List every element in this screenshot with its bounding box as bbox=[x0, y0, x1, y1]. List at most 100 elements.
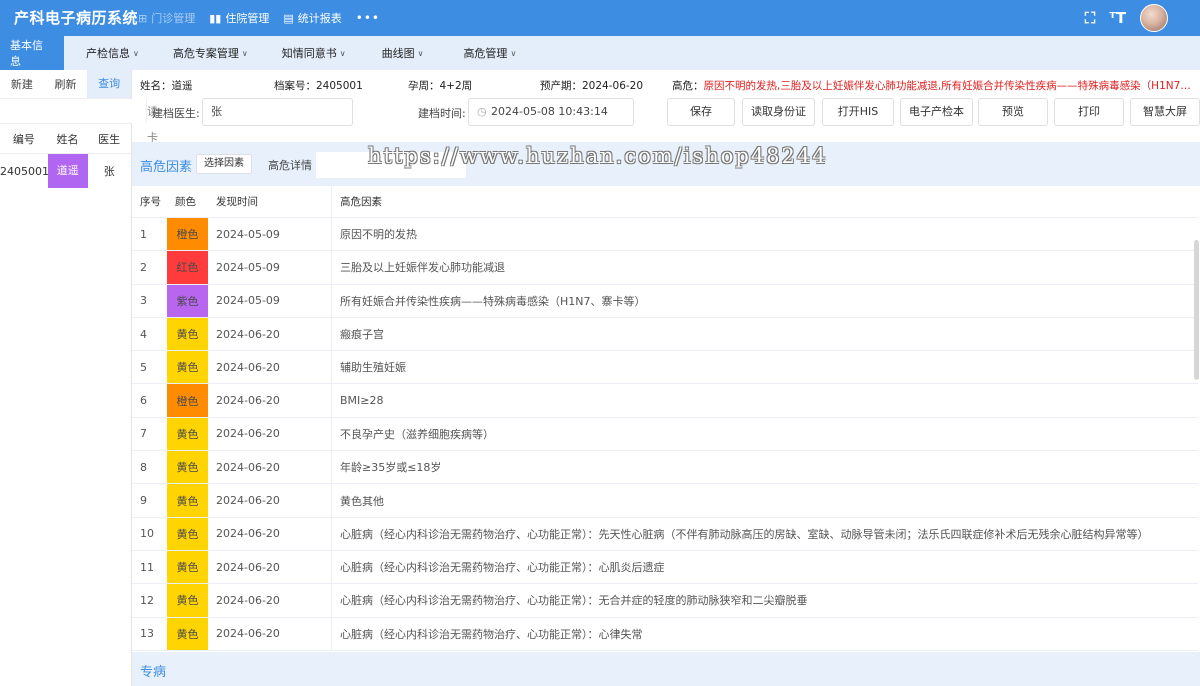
row-number: 11 bbox=[140, 560, 154, 574]
save-button[interactable]: 保存 bbox=[667, 98, 735, 126]
topnav-outpatient[interactable]: ⊞ 门诊管理 bbox=[138, 10, 195, 26]
table-scrollbar[interactable] bbox=[1194, 240, 1199, 380]
patient-list-row[interactable]: 2405001 道遥 张 bbox=[0, 154, 131, 188]
patient-list-actions: 新建 刷新 查询 bbox=[0, 70, 132, 98]
select-factor-button[interactable]: 选择因素 bbox=[196, 154, 252, 174]
table-row[interactable]: 10 黄色 2024-06-20 心脏病（经心内科诊治无需药物治疗、心功能正常）：先天… bbox=[132, 517, 1198, 551]
column-header-date: 发现时间 bbox=[208, 186, 332, 217]
patient-search-bar: 读卡 bbox=[0, 98, 158, 144]
time-value: 2024-05-08 10:43:14 bbox=[491, 105, 608, 118]
doctor-input[interactable]: 张 bbox=[202, 98, 353, 126]
risk-color-cell: 黄色 bbox=[167, 550, 208, 584]
found-date: 2024-05-09 bbox=[208, 251, 332, 284]
patient-search-input[interactable] bbox=[0, 99, 146, 123]
file-value: 2405001 bbox=[316, 80, 363, 92]
risk-color-cell: 黄色 bbox=[167, 451, 208, 484]
risk-factor-text: 不良孕产史（滋养细胞疾病等） bbox=[340, 427, 494, 441]
found-date: 2024-06-20 bbox=[208, 351, 332, 384]
tab-label: 曲线图 bbox=[381, 47, 415, 60]
print-button[interactable]: 打印 bbox=[1054, 98, 1124, 126]
found-date: 2024-06-20 bbox=[208, 550, 332, 584]
risk-color-cell: 黄色 bbox=[167, 417, 208, 451]
risk-color-badge: 黄色 bbox=[167, 517, 208, 550]
row-number: 9 bbox=[140, 494, 147, 508]
risk-color-badge: 黄色 bbox=[167, 317, 208, 351]
risk-label: 高危： bbox=[672, 80, 704, 92]
gest-value: 4+2周 bbox=[439, 80, 473, 92]
edd-value: 2024-06-20 bbox=[582, 80, 644, 92]
clock-icon: ◷ bbox=[477, 105, 487, 118]
found-date: 2024-06-20 bbox=[208, 617, 332, 650]
risk-color-badge: 橙色 bbox=[167, 384, 208, 417]
gestational-week-info: 孕周：4+2周 bbox=[408, 78, 472, 93]
found-date: 2024-06-20 bbox=[208, 384, 332, 417]
risk-detail-input[interactable] bbox=[316, 152, 466, 178]
patient-info-bar: 姓名：道遥 档案号：2405001 孕周：4+2周 预产期：2024-06-20… bbox=[132, 70, 1200, 98]
risk-color-badge: 黄色 bbox=[167, 584, 208, 617]
font-size-icon[interactable]: ᵀT bbox=[1109, 9, 1126, 27]
preview-button[interactable]: 预览 bbox=[978, 98, 1048, 126]
tab-prenatal-check[interactable]: 产检信息 ∨ bbox=[86, 36, 139, 70]
table-row[interactable]: 2 红色 2024-05-09 三胎及以上妊娠伴发心肺功能减退 bbox=[132, 251, 1198, 285]
sub-nav: 基本信息 产检信息 ∨ 高危专案管理 ∨ 知情同意书 ∨ 曲线图 ∨ 高危管理 ∨ bbox=[0, 36, 1200, 70]
found-date: 2024-06-20 bbox=[208, 451, 332, 484]
tab-label: 基本信息 bbox=[10, 39, 43, 68]
table-row[interactable]: 7 黄色 2024-06-20 不良孕产史（滋养细胞疾病等） bbox=[132, 417, 1198, 452]
row-number: 2 bbox=[140, 260, 147, 274]
found-date: 2024-06-20 bbox=[208, 317, 332, 351]
more-menu-icon[interactable]: ••• bbox=[356, 11, 380, 25]
table-row[interactable]: 13 黄色 2024-06-20 心脏病（经心内科诊治无需药物治疗、心功能正常）：心律… bbox=[132, 617, 1198, 651]
tab-curve-chart[interactable]: 曲线图 ∨ bbox=[382, 36, 424, 70]
found-date: 2024-06-20 bbox=[208, 417, 332, 451]
table-row[interactable]: 3 紫色 2024-05-09 所有妊娠合并传染性疾病——特殊病毒感染（H1N7、寨卡… bbox=[132, 284, 1198, 318]
patient-name: 道遥 bbox=[48, 154, 88, 188]
risk-table-body: 1 橙色 2024-05-09 原因不明的发热 2 红色 2024-05-09 三胎及以上妊娠… bbox=[132, 218, 1198, 651]
column-header-id: 编号 bbox=[12, 132, 35, 146]
high-risk-summary: 高危：原因不明的发热,三胎及以上妊娠伴发心肺功能减退,所有妊娠合并传染性疾病——… bbox=[672, 78, 1191, 93]
record-form-row: 建档医生: 张 建档时间: ◷ 2024-05-08 10:43:14 保存 读… bbox=[132, 98, 1200, 128]
table-row[interactable]: 6 橙色 2024-06-20 BMI≥28 bbox=[132, 384, 1198, 418]
risk-color-badge: 紫色 bbox=[167, 284, 208, 317]
tab-consent-forms[interactable]: 知情同意书 ∨ bbox=[282, 36, 346, 70]
risk-factor-text: 年龄≥35岁或≤18岁 bbox=[340, 461, 442, 475]
found-date: 2024-06-20 bbox=[208, 584, 332, 617]
new-button[interactable]: 新建 bbox=[0, 76, 44, 92]
risk-color-badge: 黄色 bbox=[167, 484, 208, 517]
risk-color-cell: 紫色 bbox=[167, 284, 208, 317]
tab-high-risk-case[interactable]: 高危专案管理 ∨ bbox=[173, 36, 248, 70]
user-avatar[interactable] bbox=[1140, 4, 1168, 32]
risk-factor-text: 瘢痕子宫 bbox=[340, 328, 384, 342]
open-his-button[interactable]: 打开HIS bbox=[822, 98, 894, 126]
query-button[interactable]: 查询 bbox=[87, 70, 132, 98]
tab-high-risk-mgmt[interactable]: 高危管理 ∨ bbox=[463, 36, 516, 70]
read-id-card-button[interactable]: 读取身份证 bbox=[742, 98, 815, 126]
topnav-reports[interactable]: ▤ 统计报表 bbox=[283, 10, 341, 26]
risk-color-badge: 黄色 bbox=[167, 617, 208, 650]
risk-color-cell: 黄色 bbox=[167, 351, 208, 384]
smart-screen-button[interactable]: 智慧大屏 bbox=[1130, 98, 1200, 126]
patient-list-header: 编号 姓名 医生 bbox=[0, 124, 131, 154]
tab-basic-info[interactable]: 基本信息 bbox=[0, 36, 64, 70]
refresh-button[interactable]: 刷新 bbox=[44, 76, 88, 92]
tab-label: 高危专案管理 bbox=[172, 47, 239, 60]
row-number: 4 bbox=[140, 327, 147, 341]
table-row[interactable]: 12 黄色 2024-06-20 心脏病（经心内科诊治无需药物治疗、心功能正常）：无合… bbox=[132, 584, 1198, 618]
topnav-inpatient[interactable]: ▮▮ 住院管理 bbox=[209, 10, 269, 26]
risk-section-header: 高危因素 选择因素 高危详情 bbox=[132, 142, 1200, 186]
table-row[interactable]: 1 橙色 2024-05-09 原因不明的发热 bbox=[132, 218, 1198, 252]
risk-factor-text: 心脏病（经心内科诊治无需药物治疗、心功能正常）：无合并症的轻度的肺动脉狭窄和二尖… bbox=[340, 594, 808, 608]
fullscreen-icon[interactable]: ⛶ bbox=[1085, 9, 1096, 27]
patient-doctor: 张 bbox=[103, 165, 115, 178]
tab-label: 知情同意书 bbox=[281, 47, 337, 60]
risk-color-cell: 红色 bbox=[167, 251, 208, 284]
table-row[interactable]: 4 黄色 2024-06-20 瘢痕子宫 bbox=[132, 317, 1198, 352]
table-row[interactable]: 11 黄色 2024-06-20 心脏病（经心内科诊治无需药物治疗、心功能正常）：心肌… bbox=[132, 550, 1198, 585]
time-picker[interactable]: ◷ 2024-05-08 10:43:14 bbox=[468, 98, 634, 126]
table-row[interactable]: 5 黄色 2024-06-20 辅助生殖妊娠 bbox=[132, 351, 1198, 385]
row-number: 8 bbox=[140, 460, 147, 474]
file-label: 档案号： bbox=[274, 80, 316, 92]
table-row[interactable]: 9 黄色 2024-06-20 黄色其他 bbox=[132, 484, 1198, 518]
name-label: 姓名： bbox=[140, 80, 172, 92]
e-checkbook-button[interactable]: 电子产检本 bbox=[900, 98, 973, 126]
table-row[interactable]: 8 黄色 2024-06-20 年龄≥35岁或≤18岁 bbox=[132, 451, 1198, 485]
